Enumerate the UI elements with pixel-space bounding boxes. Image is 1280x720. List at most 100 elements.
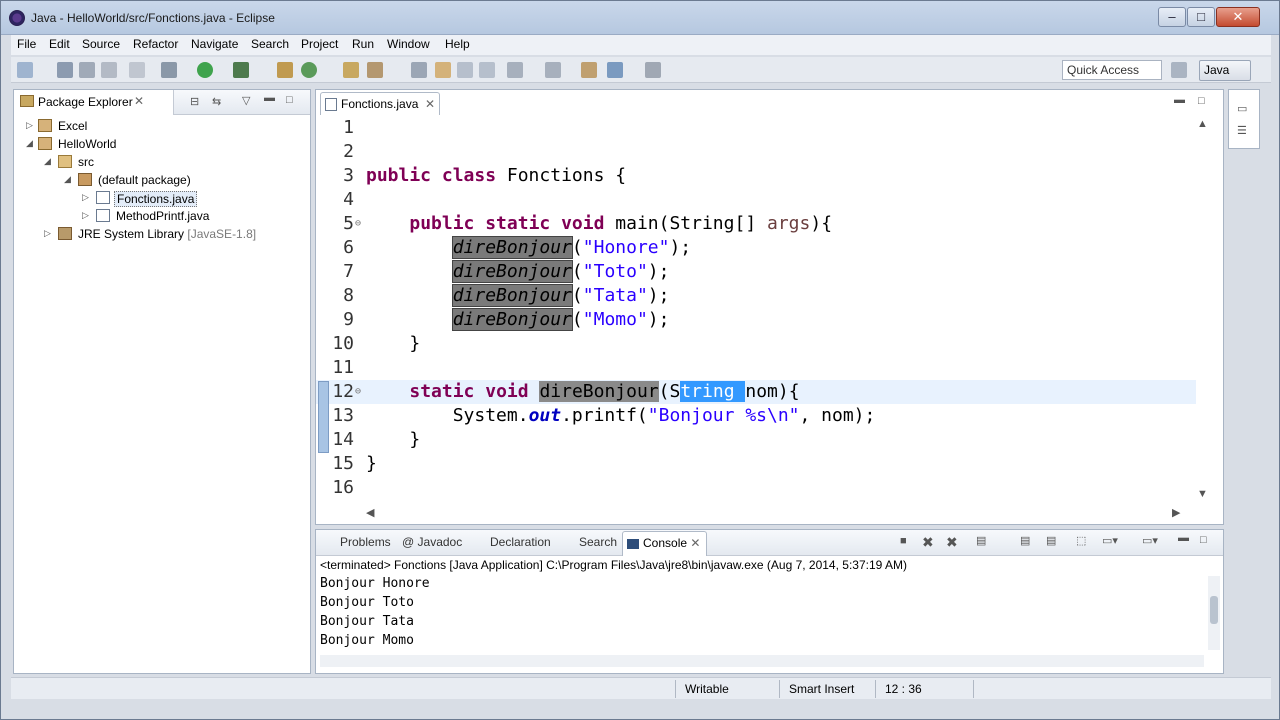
editor-tab-fonctions-java[interactable]: Fonctions.java ✕ [320, 92, 440, 115]
new-class-icon[interactable] [301, 62, 317, 78]
fold-icon[interactable]: ⊖ [355, 380, 361, 404]
save-all-icon[interactable] [79, 62, 95, 78]
scroll-up-icon[interactable]: ▲ [1197, 118, 1208, 130]
prev-annotation-icon[interactable] [545, 62, 561, 78]
pin-console-icon[interactable]: ⬚ [1076, 534, 1086, 547]
tree-item-default-package[interactable]: ◢ (default package) [14, 171, 310, 189]
menu-source[interactable]: Source [82, 37, 120, 51]
menu-file[interactable]: File [17, 37, 36, 51]
java-perspective-button[interactable]: Java [1199, 60, 1251, 81]
toggle-block-icon[interactable] [457, 62, 473, 78]
scroll-left-icon[interactable]: ◀ [366, 506, 374, 519]
run-external-icon[interactable] [233, 62, 249, 78]
toggle-mark-icon[interactable] [435, 62, 451, 78]
minimize-button[interactable]: – [1158, 7, 1186, 27]
editor-horizontal-scrollbar[interactable]: ◀ ▶ [366, 506, 1184, 520]
console-vertical-scrollbar[interactable] [1208, 576, 1220, 650]
close-tab-icon[interactable]: ✕ [690, 536, 700, 550]
code-line: 7 direBonjour("Toto"); [316, 260, 1196, 284]
scroll-right-icon[interactable]: ▶ [1172, 506, 1180, 519]
close-view-icon[interactable]: ✕ [134, 94, 144, 108]
tree-item-fonctions-java[interactable]: ▷ Fonctions.java [14, 189, 310, 207]
collapse-icon[interactable]: ◢ [64, 174, 71, 185]
collapse-icon[interactable]: ◢ [44, 156, 51, 167]
editor-vertical-scrollbar[interactable]: ▲ ▼ [1195, 118, 1209, 502]
tab-problems[interactable]: Problems [340, 535, 391, 549]
maximize-view-icon[interactable]: □ [286, 94, 293, 106]
menu-window[interactable]: Window [387, 37, 430, 51]
expand-icon[interactable]: ▷ [44, 228, 51, 239]
back-icon[interactable] [607, 62, 623, 78]
menu-help[interactable]: Help [445, 37, 470, 51]
menu-edit[interactable]: Edit [49, 37, 70, 51]
tree-item-excel[interactable]: ▷ Excel [14, 117, 310, 135]
scrollbar-thumb[interactable] [1210, 596, 1218, 624]
restore-icon[interactable]: ▭ [1237, 102, 1247, 115]
remove-all-terminated-icon[interactable]: ✖ [946, 534, 958, 551]
java-file-icon [96, 191, 110, 204]
new-java-project-icon[interactable] [277, 62, 293, 78]
tab-javadoc[interactable]: @ Javadoc [402, 535, 462, 549]
quick-access-input[interactable]: Quick Access [1062, 60, 1162, 80]
annotation-nav-icon[interactable] [507, 62, 523, 78]
maximize-editor-icon[interactable]: □ [1198, 95, 1205, 107]
print-icon[interactable] [101, 62, 117, 78]
open-console-icon[interactable]: ▭▾ [1142, 534, 1158, 547]
code-text: ); [647, 309, 670, 330]
expand-icon[interactable]: ▷ [82, 210, 89, 221]
fold-icon[interactable]: ⊖ [355, 212, 361, 236]
current-code-line: 12 ⊖ static void direBonjour(String nom){ [316, 380, 1196, 404]
search-toolbar-icon[interactable] [367, 62, 383, 78]
expand-icon[interactable]: ▷ [26, 120, 33, 131]
console-horizontal-scrollbar[interactable] [320, 655, 1204, 667]
menu-run[interactable]: Run [352, 37, 374, 51]
tree-item-helloworld[interactable]: ◢ HelloWorld [14, 135, 310, 153]
next-annotation-icon[interactable] [411, 62, 427, 78]
close-tab-icon[interactable]: ✕ [425, 97, 435, 111]
tab-search[interactable]: Search [579, 535, 617, 549]
terminate-icon[interactable]: ■ [900, 535, 907, 547]
remove-launch-icon[interactable]: ✖ [922, 534, 934, 551]
console-output-line: Bonjour Tata [320, 614, 414, 629]
open-type-icon[interactable] [343, 62, 359, 78]
maximize-button[interactable]: □ [1187, 7, 1215, 27]
tree-item-methodprintf-java[interactable]: ▷ MethodPrintf.java [14, 207, 310, 225]
collapse-all-icon[interactable]: ⊟ [190, 95, 199, 108]
forward-icon[interactable] [645, 62, 661, 78]
outline-icon[interactable]: ☰ [1237, 124, 1247, 137]
view-menu-icon[interactable]: ▽ [242, 94, 250, 107]
save-icon[interactable] [57, 62, 73, 78]
link-editor-icon[interactable]: ⇆ [212, 95, 221, 108]
tab-declaration[interactable]: Declaration [490, 535, 551, 549]
minimize-view-icon[interactable]: ▬ [1178, 532, 1189, 544]
close-button[interactable]: ✕ [1216, 7, 1260, 27]
tree-item-src[interactable]: ◢ src [14, 153, 310, 171]
package-explorer-tabbar: Package Explorer ✕ ⊟ ⇆ ▽ ▬ □ [14, 90, 310, 115]
run-icon[interactable] [197, 62, 213, 78]
code-area[interactable]: 1 2 3 public class Fonctions { 4 5 ⊖ publi… [316, 116, 1196, 508]
scroll-lock-icon[interactable]: ▤ [1020, 534, 1030, 547]
new-icon[interactable] [17, 62, 33, 78]
minimize-view-icon[interactable]: ▬ [264, 92, 275, 104]
tab-console[interactable]: Console ✕ [622, 531, 708, 556]
skip-breakpoints-icon[interactable] [129, 62, 145, 78]
tree-item-jre-library[interactable]: ▷ JRE System Library [JavaSE-1.8] [14, 225, 310, 243]
menu-search[interactable]: Search [251, 37, 289, 51]
show-whitespace-icon[interactable] [479, 62, 495, 78]
last-edit-icon[interactable] [581, 62, 597, 78]
collapse-icon[interactable]: ◢ [26, 138, 33, 149]
debug-icon[interactable] [161, 62, 177, 78]
minimize-editor-icon[interactable]: ▬ [1174, 94, 1185, 106]
word-wrap-icon[interactable]: ▤ [1046, 534, 1056, 547]
menu-refactor[interactable]: Refactor [133, 37, 178, 51]
expand-icon[interactable]: ▷ [82, 192, 89, 203]
menu-navigate[interactable]: Navigate [191, 37, 238, 51]
clear-console-icon[interactable]: ▤ [976, 534, 986, 547]
tab-package-explorer[interactable]: Package Explorer ✕ [14, 90, 174, 115]
scroll-down-icon[interactable]: ▼ [1197, 488, 1208, 500]
line-number: 16 [332, 477, 354, 498]
display-console-icon[interactable]: ▭▾ [1102, 534, 1118, 547]
menu-project[interactable]: Project [301, 37, 338, 51]
maximize-view-icon[interactable]: □ [1200, 534, 1207, 546]
open-perspective-icon[interactable] [1171, 62, 1187, 78]
